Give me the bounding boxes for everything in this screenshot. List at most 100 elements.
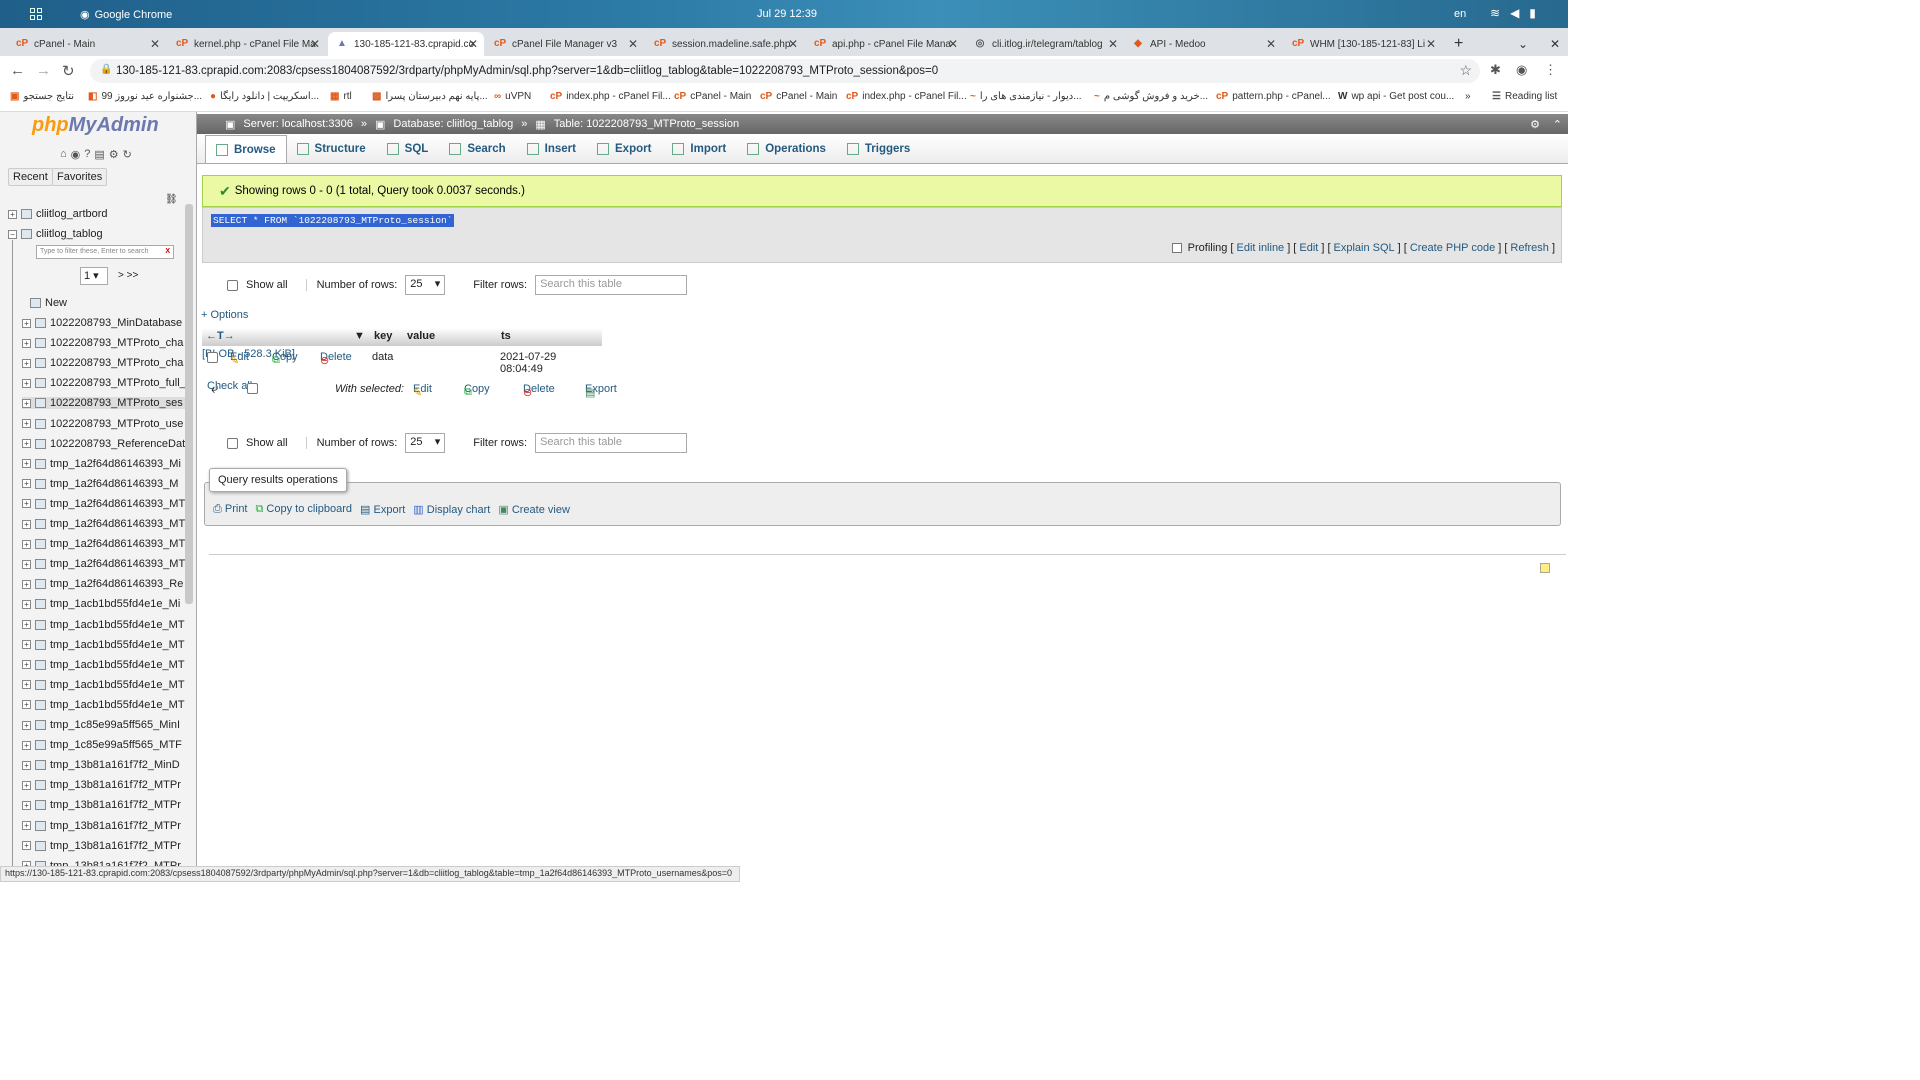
table-item[interactable]: + tmp_1acb1bd55fd4e1e_MT xyxy=(22,659,185,671)
bookmark[interactable]: ~ دیوار - نیازمندی های را... xyxy=(970,91,1082,102)
column-ts[interactable]: ts xyxy=(501,330,511,342)
expand-icon[interactable]: + xyxy=(22,378,31,388)
clock[interactable]: Jul 29 12:39 xyxy=(757,8,817,20)
expand-icon[interactable]: + xyxy=(22,439,31,449)
browser-tab-active[interactable]: ▲ 130-185-121-83.cprapid.co ✕ xyxy=(328,32,484,56)
table-item[interactable]: +tmp_13b81a161f7f2_MTPr xyxy=(22,840,181,852)
expand-icon[interactable]: + xyxy=(22,358,31,368)
bulk-edit-button[interactable]: ✎ Edit xyxy=(413,383,432,399)
bookmark[interactable]: cP cPanel - Main xyxy=(674,91,751,102)
rows-per-page-select[interactable]: 25 xyxy=(405,433,446,453)
expand-icon[interactable]: + xyxy=(8,209,17,219)
system-tray[interactable]: ≋ ◀ ▮ xyxy=(1490,6,1536,20)
expand-icon[interactable]: + xyxy=(22,720,31,730)
browser-tab[interactable]: ◆ API - Medoo ✕ xyxy=(1124,32,1282,56)
bookmark[interactable]: ● اسکریپت | دانلود رایگا... xyxy=(210,91,319,102)
table-item[interactable]: + tmp_1acb1bd55fd4e1e_Mi xyxy=(22,598,180,610)
create-php-code-link[interactable]: Create PHP code xyxy=(1410,242,1495,254)
bulk-copy-button[interactable]: ⧉ Copy xyxy=(464,383,490,398)
edit-sql-link[interactable]: Edit xyxy=(1299,242,1318,254)
expand-icon[interactable]: + xyxy=(22,419,31,428)
table-filter-input[interactable]: Type to filter these, Enter to search X xyxy=(36,245,174,259)
print-link[interactable]: ⎙ Print xyxy=(213,503,248,516)
close-tab-icon[interactable]: ✕ xyxy=(628,37,638,51)
table-item[interactable]: + tmp_1a2f64d86146393_Mi xyxy=(22,458,181,470)
table-item[interactable]: +1022208793_MTProto_ses xyxy=(22,397,192,410)
expand-icon[interactable]: + xyxy=(22,700,31,710)
tab-search[interactable]: Search xyxy=(439,135,516,163)
cell-ts[interactable]: 2021-07-29 08:04:49 xyxy=(500,351,602,375)
table-item[interactable]: +tmp_13b81a161f7f2_MTPr xyxy=(22,799,181,811)
tab-triggers[interactable]: Triggers xyxy=(837,135,921,163)
expand-icon[interactable]: + xyxy=(22,459,31,469)
bookmark[interactable]: cP index.php - cPanel Fil... xyxy=(550,91,671,102)
tab-operations[interactable]: Operations xyxy=(737,135,837,163)
expand-icon[interactable]: + xyxy=(22,800,31,810)
recent-button[interactable]: Recent xyxy=(8,168,53,186)
new-tab-icon[interactable]: + xyxy=(1446,32,1470,56)
bookmark[interactable]: ~ خرید و فروش گوشی م... xyxy=(1094,91,1208,102)
back-icon[interactable]: ← xyxy=(10,62,25,79)
tab-import[interactable]: Import xyxy=(662,135,737,163)
clear-filter-icon[interactable]: X xyxy=(165,246,170,258)
expand-icon[interactable]: + xyxy=(22,499,31,509)
console-icon[interactable] xyxy=(1540,563,1550,573)
close-tab-icon[interactable]: ✕ xyxy=(468,37,478,51)
menu-icon[interactable]: ⋮ xyxy=(1544,62,1557,78)
close-tab-icon[interactable]: ✕ xyxy=(1266,37,1276,51)
browser-tab[interactable]: cP cPanel File Manager v3 ✕ xyxy=(486,32,644,56)
browser-tab[interactable]: cP session.madeline.safe.php ✕ xyxy=(646,32,804,56)
tab-browse[interactable]: Browse xyxy=(205,135,287,163)
expand-icon[interactable]: + xyxy=(22,841,31,851)
table-item[interactable]: +1022208793_MinDatabase xyxy=(22,317,182,329)
reading-list[interactable]: ☰ Reading list xyxy=(1492,91,1557,102)
profile-avatar-icon[interactable]: ◉ xyxy=(1516,62,1527,78)
column-arrows-icon[interactable]: ←T→ xyxy=(206,330,235,342)
export-link[interactable]: ▤ Export xyxy=(360,503,405,516)
table-item[interactable]: +tmp_13b81a161f7f2_MTPr xyxy=(22,779,181,791)
browser-tab[interactable]: cP WHM [130-185-121-83] Li ✕ xyxy=(1284,32,1442,56)
breadcrumb-database[interactable]: Database: cliitlog_tablog xyxy=(393,118,513,130)
db-item[interactable]: − cliitlog_tablog xyxy=(8,228,103,240)
expand-icon[interactable]: + xyxy=(22,559,31,569)
display-chart-link[interactable]: ▥ Display chart xyxy=(413,503,490,516)
table-item[interactable]: +1022208793_ReferenceDat xyxy=(22,438,185,450)
expand-icon[interactable]: + xyxy=(22,780,31,790)
edit-inline-link[interactable]: Edit inline xyxy=(1236,242,1284,254)
expand-icon[interactable]: + xyxy=(22,338,31,348)
reload-icon[interactable]: ↻ xyxy=(62,62,75,80)
browser-tab[interactable]: cP api.php - cPanel File Mana ✕ xyxy=(806,32,964,56)
expand-icon[interactable]: + xyxy=(22,579,31,589)
bookmark[interactable]: Wwp api - Get post cou... xyxy=(1338,91,1454,102)
breadcrumb-table[interactable]: Table: 1022208793_MTProto_session xyxy=(554,118,739,130)
bookmark[interactable]: ▣ نتایج جستجو xyxy=(10,91,74,102)
more-bookmarks-icon[interactable]: » xyxy=(1465,91,1471,102)
collapse-header-icon[interactable]: ⌃ xyxy=(1553,118,1562,131)
table-item[interactable]: + tmp_1a2f64d86146393_MT xyxy=(22,518,185,530)
table-item[interactable]: + tmp_1acb1bd55fd4e1e_MT xyxy=(22,699,185,711)
tab-insert[interactable]: Insert xyxy=(517,135,587,163)
new-table-link[interactable]: New xyxy=(30,297,67,309)
bookmark[interactable]: cP pattern.php - cPanel... xyxy=(1216,91,1331,102)
table-item[interactable]: + tmp_1a2f64d86146393_M xyxy=(22,478,178,490)
show-all-checkbox[interactable] xyxy=(227,279,238,291)
expand-icon[interactable]: + xyxy=(22,479,31,489)
url-field[interactable]: 🔒 130-185-121-83.cprapid.com:2083/cpsess1… xyxy=(90,59,1480,83)
nav-scrollbar[interactable] xyxy=(185,204,193,604)
keyboard-language[interactable]: en xyxy=(1454,8,1466,20)
bookmark[interactable]: ∞ uVPN xyxy=(494,91,531,102)
table-item[interactable]: + tmp_1acb1bd55fd4e1e_MT xyxy=(22,639,185,651)
table-item[interactable]: + tmp_1c85e99a5ff565_MTF xyxy=(22,739,182,751)
expand-icon[interactable]: + xyxy=(22,620,31,629)
table-item[interactable]: + tmp_1acb1bd55fd4e1e_MT xyxy=(22,619,185,631)
filter-rows-input[interactable]: Search this table xyxy=(535,275,688,295)
settings-icon[interactable]: ⚙ xyxy=(109,148,119,161)
breadcrumb-server[interactable]: Server: localhost:3306 xyxy=(243,118,352,130)
close-window-icon[interactable]: ✕ xyxy=(1542,32,1566,56)
expand-icon[interactable]: + xyxy=(22,660,31,670)
logout-icon[interactable]: ◉ xyxy=(71,148,81,161)
bulk-export-button[interactable]: ▤ Export xyxy=(585,383,617,399)
expand-icon[interactable]: + xyxy=(22,760,31,770)
close-tab-icon[interactable]: ✕ xyxy=(948,37,958,51)
db-item[interactable]: + cliitlog_artbord xyxy=(8,208,108,220)
